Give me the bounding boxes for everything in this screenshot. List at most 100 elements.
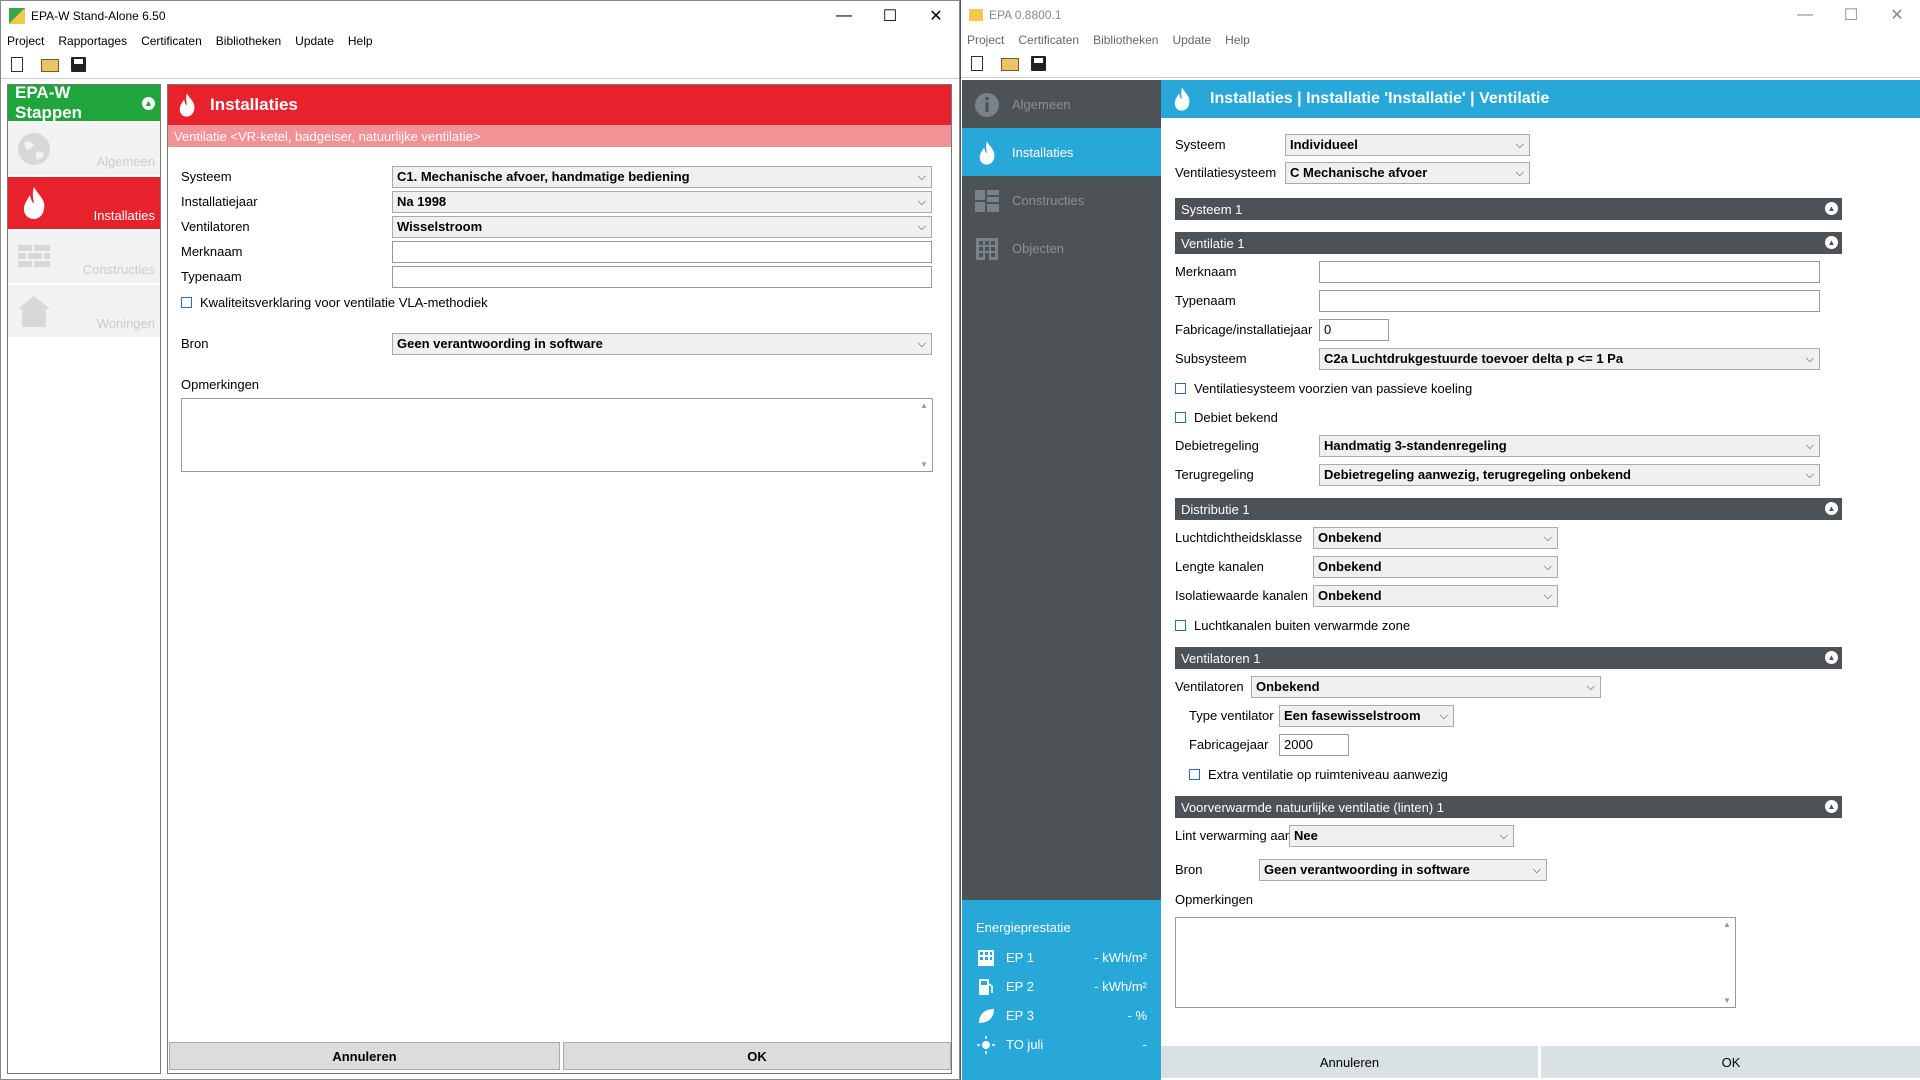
fabricagejaar-input[interactable]: 2000 — [1279, 734, 1349, 756]
extra-ventilatie-checkbox[interactable]: Extra ventilatie op ruimteniveau aanwezi… — [1189, 767, 1448, 782]
subsysteem-value: C2a Luchtdrukgestuurde toevoer delta p <… — [1324, 351, 1624, 366]
new-file-button[interactable] — [11, 56, 27, 73]
ventilatoren-value: Onbekend — [1256, 679, 1320, 694]
toolbar — [961, 50, 1920, 78]
ok-button[interactable]: OK — [563, 1042, 951, 1070]
ok-button[interactable]: OK — [1541, 1046, 1920, 1078]
bron-select[interactable]: Geen verantwoording in software ⌵ — [1259, 859, 1547, 881]
ventilatoren-select[interactable]: Wisselstroom ⌵ — [392, 216, 932, 238]
checkbox-box[interactable] — [1175, 412, 1186, 423]
section-distributie[interactable]: Distributie 1 ▲ — [1175, 498, 1842, 520]
checkbox-box[interactable] — [1175, 383, 1186, 394]
collapse-icon[interactable]: ▲ — [1825, 502, 1838, 515]
merknaam-input[interactable] — [392, 241, 932, 263]
nav-algemeen[interactable]: Algemeen — [962, 80, 1161, 128]
step-installaties[interactable]: Installaties — [8, 177, 160, 229]
collapse-icon[interactable]: ▲ — [1825, 202, 1838, 215]
scrollbar[interactable]: ▲ ▼ — [918, 401, 930, 469]
ep1-label: EP 1 — [1006, 950, 1034, 965]
section-title: Ventilatoren 1 — [1181, 650, 1261, 666]
luchtkanalen-buiten-checkbox[interactable]: Luchtkanalen buiten verwarmde zone — [1175, 618, 1410, 633]
close-button[interactable]: ✕ — [1874, 5, 1920, 25]
lengte-kanalen-select[interactable]: Onbekend ⌵ — [1313, 556, 1558, 578]
systeem-select[interactable]: Individueel ⌵ — [1285, 134, 1530, 156]
folder-icon — [1001, 57, 1019, 71]
debiet-bekend-checkbox[interactable]: Debiet bekend — [1175, 410, 1278, 425]
step-algemeen[interactable]: Algemeen — [8, 123, 160, 175]
debietregeling-select[interactable]: Handmatig 3-standenregeling ⌵ — [1319, 435, 1820, 457]
checkbox-box[interactable] — [1175, 620, 1186, 631]
maximize-button[interactable]: ☐ — [867, 6, 913, 26]
minimize-button[interactable]: — — [1782, 6, 1828, 24]
to-juli-label: TO juli — [1006, 1037, 1044, 1052]
typenaam-input[interactable] — [1319, 290, 1820, 312]
scrollbar[interactable]: ▲ ▼ — [1721, 920, 1733, 1005]
chevron-down-icon: ⌵ — [1515, 139, 1524, 151]
luchtdichtheid-select[interactable]: Onbekend ⌵ — [1313, 527, 1558, 549]
annuleren-button[interactable]: Annuleren — [1161, 1046, 1538, 1078]
merknaam-input[interactable] — [1319, 261, 1820, 283]
menu-project[interactable]: Project — [7, 34, 44, 48]
nav-installaties[interactable]: Installaties — [962, 128, 1161, 176]
isolatiewaarde-select[interactable]: Onbekend ⌵ — [1313, 585, 1558, 607]
section-title: Ventilatie 1 — [1181, 235, 1245, 251]
fabricage-input[interactable]: 0 — [1319, 319, 1389, 341]
terugregeling-select[interactable]: Debietregeling aanwezig, terugregeling o… — [1319, 464, 1820, 486]
kwaliteitsverklaring-checkbox[interactable]: Kwaliteitsverklaring voor ventilatie VLA… — [181, 295, 488, 310]
window-title: EPA 0.8800.1 — [989, 8, 1062, 22]
save-button[interactable] — [1031, 55, 1047, 72]
menu-update[interactable]: Update — [1172, 33, 1211, 47]
subsysteem-select[interactable]: C2a Luchtdrukgestuurde toevoer delta p <… — [1319, 348, 1820, 370]
section-systeem[interactable]: Systeem 1 ▲ — [1175, 198, 1842, 220]
collapse-icon[interactable]: ▲ — [1825, 651, 1838, 664]
save-button[interactable] — [71, 56, 87, 73]
menu-help[interactable]: Help — [1225, 33, 1250, 47]
checkbox-box[interactable] — [181, 297, 192, 308]
typenaam-input[interactable] — [392, 266, 932, 288]
systeem-select[interactable]: C1. Mechanische afvoer, handmatige bedie… — [392, 166, 932, 188]
collapse-icon[interactable]: ▲ — [142, 96, 155, 110]
open-folder-button[interactable] — [1001, 56, 1019, 72]
terugregeling-value: Debietregeling aanwezig, terugregeling o… — [1324, 467, 1631, 482]
installatiejaar-select[interactable]: Na 1998 ⌵ — [392, 191, 932, 213]
open-folder-button[interactable] — [41, 57, 59, 73]
collapse-icon[interactable]: ▲ — [1825, 236, 1838, 249]
nav-constructies[interactable]: Constructies — [962, 176, 1161, 224]
passieve-koeling-checkbox[interactable]: Ventilatiesysteem voorzien van passieve … — [1175, 381, 1472, 396]
installatiejaar-value: Na 1998 — [397, 194, 447, 209]
collapse-icon[interactable]: ▲ — [1825, 800, 1838, 813]
opmerkingen-textarea[interactable]: ▲ ▼ — [1175, 917, 1736, 1008]
annuleren-button[interactable]: Annuleren — [169, 1042, 560, 1070]
title-bar: EPA-W Stand-Alone 6.50 — ☐ ✕ — [1, 1, 959, 31]
section-ventilatoren[interactable]: Ventilatoren 1 ▲ — [1175, 647, 1842, 669]
minimize-button[interactable]: — — [821, 7, 867, 25]
opmerkingen-textarea[interactable]: ▲ ▼ — [181, 398, 933, 472]
new-file-button[interactable] — [971, 55, 987, 72]
lint-verwarming-select[interactable]: Nee ⌵ — [1289, 825, 1514, 847]
menu-bibliotheken[interactable]: Bibliotheken — [216, 34, 281, 48]
ventilatoren-select[interactable]: Onbekend ⌵ — [1251, 676, 1601, 698]
menu-rapportages[interactable]: Rapportages — [58, 34, 127, 48]
menu-certificaten[interactable]: Certificaten — [141, 34, 202, 48]
bron-select[interactable]: Geen verantwoording in software ⌵ — [392, 333, 932, 355]
section-voorverwarmd[interactable]: Voorverwarmde natuurlijke ventilatie (li… — [1175, 796, 1842, 818]
maximize-button[interactable]: ☐ — [1828, 5, 1874, 25]
nav-label: Installaties — [1012, 144, 1074, 160]
step-woningen[interactable]: Woningen — [8, 285, 160, 337]
menu-update[interactable]: Update — [295, 34, 334, 48]
checkbox-label: Extra ventilatie op ruimteniveau aanwezi… — [1208, 767, 1448, 782]
opmerkingen-label: Opmerkingen — [181, 377, 260, 392]
menu-help[interactable]: Help — [348, 34, 373, 48]
house-icon — [18, 296, 50, 327]
checkbox-box[interactable] — [1189, 769, 1200, 780]
type-ventilator-select[interactable]: Een fasewisselstroom ⌵ — [1279, 705, 1454, 727]
nav-objecten[interactable]: Objecten — [962, 224, 1161, 272]
close-button[interactable]: ✕ — [913, 6, 959, 26]
menu-certificaten[interactable]: Certificaten — [1018, 33, 1079, 47]
section-ventilatie[interactable]: Ventilatie 1 ▲ — [1175, 232, 1842, 254]
menu-bibliotheken[interactable]: Bibliotheken — [1093, 33, 1158, 47]
menu-project[interactable]: Project — [967, 33, 1004, 47]
step-constructies[interactable]: Constructies — [8, 231, 160, 283]
ventilatiesysteem-select[interactable]: C Mechanische afvoer ⌵ — [1285, 162, 1530, 184]
section-title: Distributie 1 — [1181, 501, 1250, 517]
